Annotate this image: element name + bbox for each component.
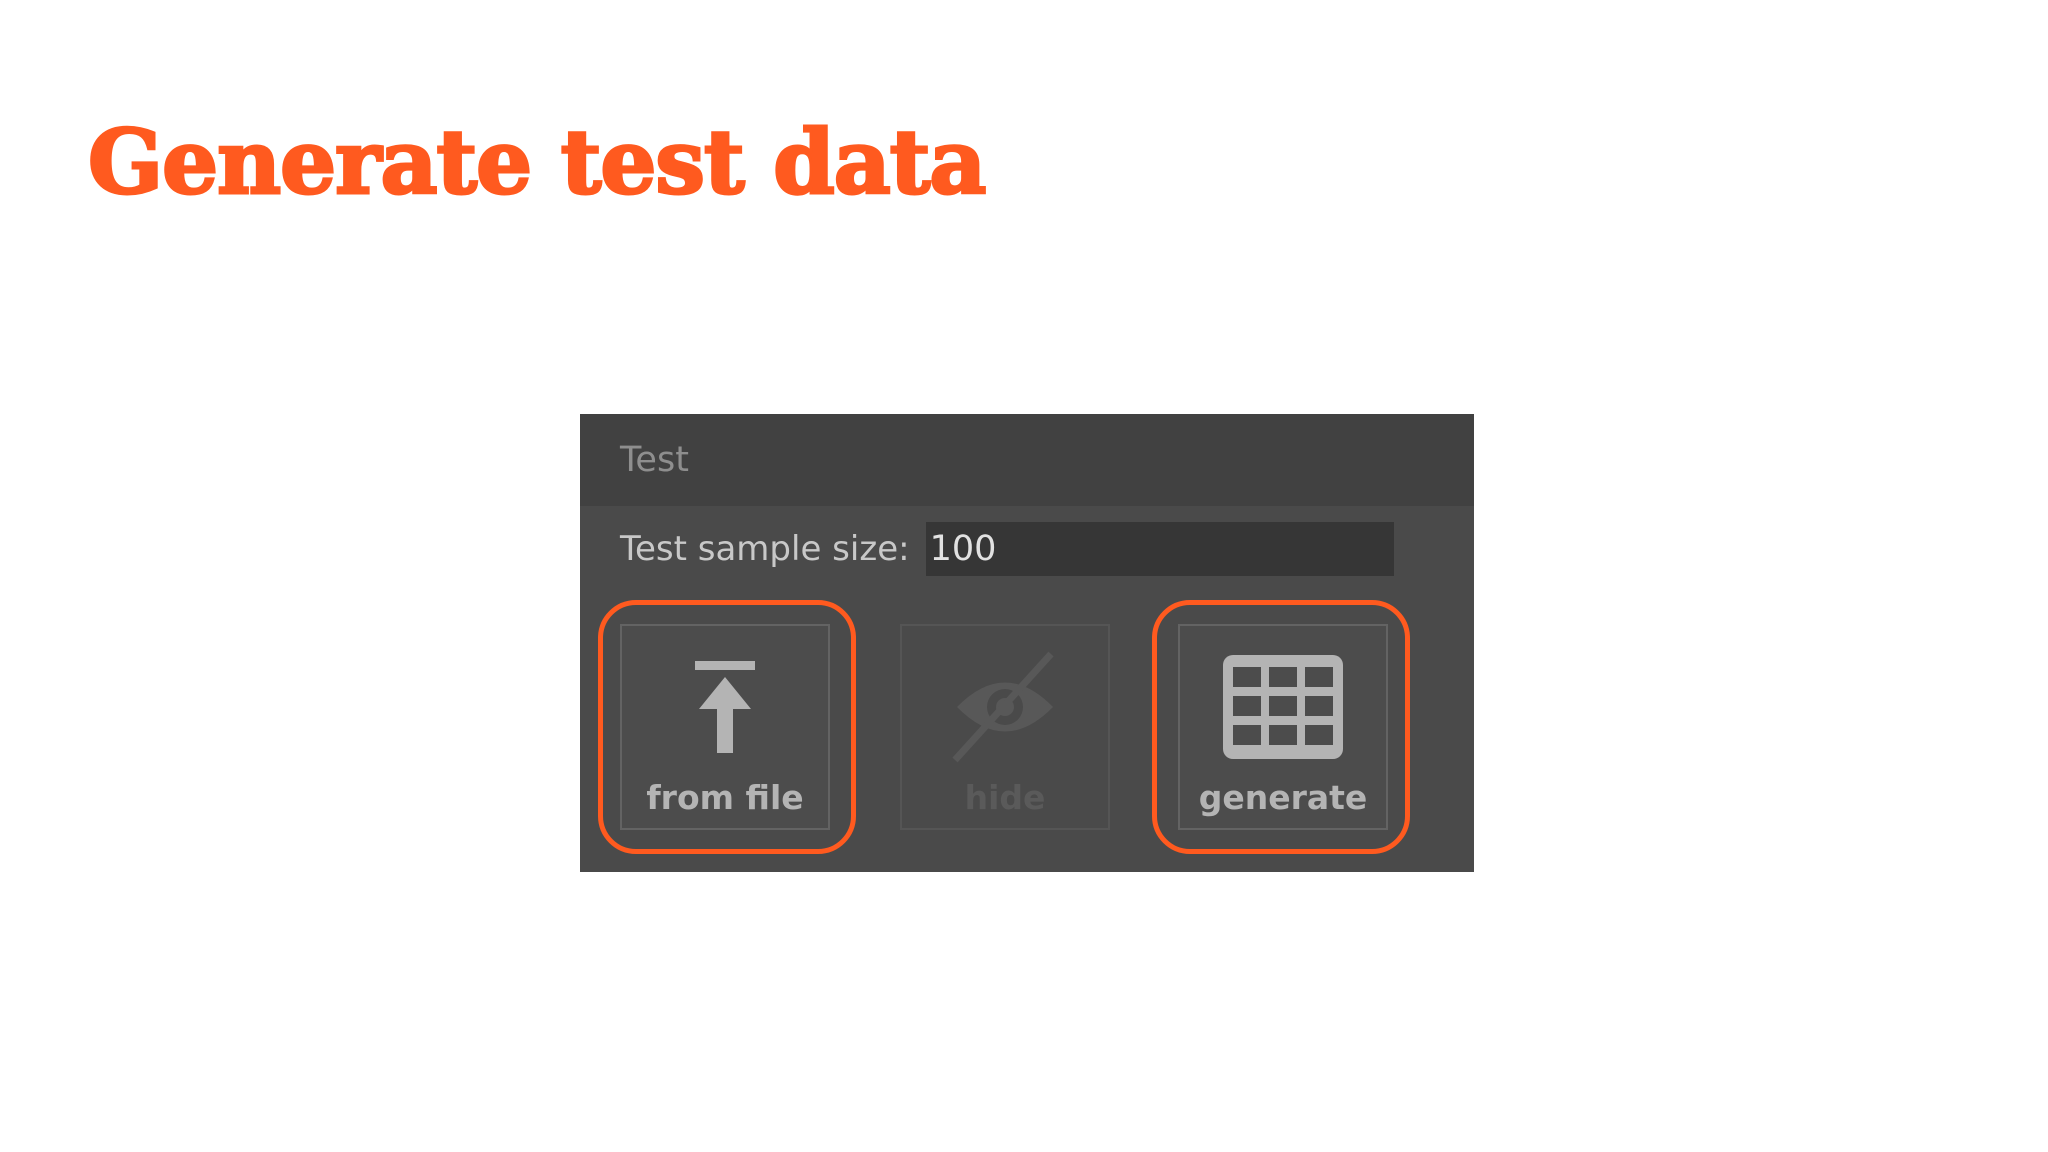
upload-arrow-icon bbox=[695, 652, 755, 762]
hide-label: hide bbox=[964, 778, 1046, 817]
hide-button[interactable]: hide bbox=[900, 624, 1110, 830]
panel-header: Test bbox=[580, 414, 1474, 506]
test-panel: Test Test sample size: from file bbox=[580, 414, 1474, 872]
sample-size-label: Test sample size: bbox=[620, 529, 910, 569]
from-file-label: from file bbox=[646, 778, 804, 817]
eye-hidden-icon bbox=[945, 651, 1065, 763]
from-file-button[interactable]: from file bbox=[620, 624, 830, 830]
slide-title: Generate test data bbox=[86, 110, 987, 214]
sample-size-row: Test sample size: bbox=[620, 522, 1394, 576]
sample-size-input[interactable] bbox=[925, 522, 1394, 576]
slide: Generate test data Test Test sample size… bbox=[0, 0, 2048, 1152]
generate-button[interactable]: generate bbox=[1178, 624, 1388, 830]
table-grid-icon bbox=[1223, 652, 1343, 762]
generate-label: generate bbox=[1198, 778, 1368, 817]
panel-title: Test bbox=[620, 440, 689, 480]
